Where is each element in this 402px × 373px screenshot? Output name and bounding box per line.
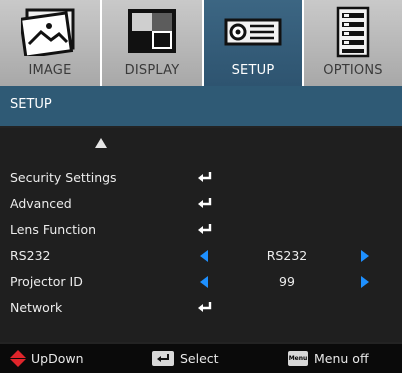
menu-content: Security Settings Advanced Lens Function… <box>0 128 402 342</box>
menu-item-label: Security Settings <box>10 170 117 185</box>
enter-key-icon <box>152 351 174 366</box>
rs232-value: RS232 <box>266 248 308 263</box>
menu-item-rs232[interactable]: RS232 RS232 <box>0 244 402 270</box>
tab-options-label: OPTIONS <box>323 63 383 78</box>
menu-item-label: RS232 <box>10 248 51 263</box>
menu-item-network[interactable]: Network <box>0 296 402 322</box>
display-icon <box>128 9 176 53</box>
menu-key-icon: Menu <box>288 351 308 366</box>
scroll-up-icon[interactable] <box>95 138 107 148</box>
menu-item-label: Lens Function <box>10 222 97 237</box>
tab-options[interactable]: OPTIONS <box>304 0 402 86</box>
footer-select-label: Select <box>180 351 219 366</box>
tab-display-label: DISPLAY <box>124 63 180 78</box>
footer-menu-off-label: Menu off <box>314 351 369 366</box>
options-list-icon <box>336 6 370 58</box>
tab-image[interactable]: IMAGE <box>0 0 100 86</box>
menu-item-label: Network <box>10 300 63 315</box>
enter-icon <box>198 198 212 208</box>
arrow-left-icon[interactable] <box>200 276 208 288</box>
tab-setup-label: SETUP <box>231 63 275 78</box>
tab-image-label: IMAGE <box>28 63 72 78</box>
projector-id-value: 99 <box>279 274 295 289</box>
tab-display[interactable]: DISPLAY <box>102 0 202 86</box>
menu-title-bar: SETUP <box>0 86 402 126</box>
footer-updown-label: UpDown <box>31 351 84 366</box>
arrow-right-icon[interactable] <box>361 250 369 262</box>
menu-item-lens-function[interactable]: Lens Function <box>0 218 402 244</box>
arrow-left-icon[interactable] <box>200 250 208 262</box>
updown-icon <box>10 350 26 367</box>
menu-item-label: Advanced <box>10 196 72 211</box>
menu-item-label: Projector ID <box>10 274 83 289</box>
arrow-right-icon[interactable] <box>361 276 369 288</box>
tab-bar: IMAGE DISPLAY SETUP OPTIONS <box>0 0 402 86</box>
menu-item-advanced[interactable]: Advanced <box>0 192 402 218</box>
tab-setup[interactable]: SETUP <box>204 0 302 86</box>
menu-item-security-settings[interactable]: Security Settings <box>0 166 402 192</box>
enter-icon <box>198 302 212 312</box>
projector-icon <box>224 18 282 46</box>
osd-menu: IMAGE DISPLAY SETUP OPTIONS SETUP Securi… <box>0 0 402 373</box>
enter-icon <box>198 172 212 182</box>
enter-icon <box>198 224 212 234</box>
menu-item-projector-id[interactable]: Projector ID 99 <box>0 270 402 296</box>
menu-title: SETUP <box>10 97 52 112</box>
image-icon <box>21 8 75 56</box>
footer-hint-bar: UpDown Select Menu Menu off <box>0 344 402 373</box>
